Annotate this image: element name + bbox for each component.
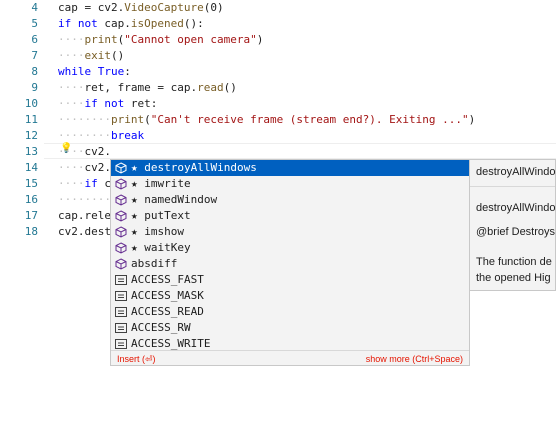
suggest-item[interactable]: ★ putText [111,208,469,224]
current-line-highlight [44,143,556,159]
line-number: 13 [24,145,38,158]
method-icon [115,210,127,222]
constant-icon [115,275,127,285]
code-line[interactable]: ····ret, frame = cap.read() [58,80,237,96]
code-line[interactable]: if not cap.isOpened(): [58,16,204,32]
code-line[interactable]: cv2.dest [58,224,111,240]
code-line[interactable]: while True: [58,64,131,80]
details-description: the opened Hig [476,272,551,284]
constant-icon [115,339,127,349]
suggest-item[interactable]: ACCESS_READ [111,304,469,320]
code-line[interactable]: ········break [58,128,144,144]
show-more-link[interactable]: show more (Ctrl+Space) [366,351,463,367]
line-number: 17 [24,209,38,222]
suggest-item-label: ★ destroyAllWindows [131,161,257,174]
constant-icon [115,291,127,301]
suggest-item[interactable]: ★ waitKey [111,240,469,256]
suggest-item[interactable]: ★ imshow [111,224,469,240]
method-icon [115,194,127,206]
code-line[interactable]: ········print("Can't receive frame (stre… [58,112,475,128]
suggest-item-label: ★ putText [131,209,191,222]
suggest-item-label: ★ imshow [131,225,184,238]
line-number: 10 [24,97,38,110]
code-line[interactable]: cap = cv2.VideoCapture(0) [58,0,224,16]
suggest-item-label: ★ namedWindow [131,193,218,206]
line-number: 9 [31,81,38,94]
suggest-item-label: ACCESS_READ [131,305,204,318]
suggest-item[interactable]: ACCESS_RW [111,320,469,336]
suggest-item[interactable]: ACCESS_FAST [111,272,469,288]
code-line[interactable]: ····if not ret: [58,96,157,112]
suggest-item[interactable]: ★ namedWindow [111,192,469,208]
details-description: The function de [476,256,552,268]
method-icon [115,178,127,190]
suggest-item[interactable]: absdiff [111,256,469,272]
code-line[interactable]: ····if c [58,176,111,192]
constant-icon [115,307,127,317]
line-number-gutter: 4 5 6 7 8 9 10 11 12 13 14 15 16 17 18 [0,0,44,429]
suggest-item-label: ★ waitKey [131,241,191,254]
line-number: 7 [31,49,38,62]
line-number: 15 [24,177,38,190]
line-number: 12 [24,129,38,142]
suggest-details-panel: destroyAllWindows destroyAllWindows @bri… [470,159,556,291]
details-separator [470,186,555,187]
suggest-item-label: absdiff [131,257,178,270]
code-line[interactable]: ····exit() [58,48,124,64]
suggest-item[interactable]: ★ imwrite [111,176,469,192]
line-number: 4 [31,1,38,14]
suggest-item-label: ACCESS_RW [131,321,191,334]
code-line[interactable]: ····cv2. [58,160,111,176]
method-icon [115,242,127,254]
line-number: 6 [31,33,38,46]
insert-hint[interactable]: Insert (⏎) [117,351,156,367]
code-line[interactable]: ········ [58,192,111,208]
constant-icon [115,323,127,333]
suggest-footer: Insert (⏎) show more (Ctrl+Space) [111,350,469,367]
method-icon [115,226,127,238]
line-number: 5 [31,17,38,30]
line-number: 11 [24,113,38,126]
suggest-item-label: ACCESS_MASK [131,289,204,302]
code-line[interactable]: cap.rele [58,208,111,224]
line-number: 14 [24,161,38,174]
details-signature: destroyAllWindows [476,202,556,214]
suggest-item-label: ★ imwrite [131,177,191,190]
method-icon [115,258,127,270]
suggest-item-label: ACCESS_FAST [131,273,204,286]
suggest-item[interactable]: ACCESS_MASK [111,288,469,304]
suggest-item[interactable]: ★ destroyAllWindows [111,160,469,176]
line-number: 18 [24,225,38,238]
details-brief: @brief Destroys [476,226,556,238]
line-number: 8 [31,65,38,78]
details-title: destroyAllWindows [476,166,556,178]
method-icon [115,162,127,174]
suggest-widget[interactable]: ★ destroyAllWindows ★ imwrite ★ namedWin… [110,159,470,366]
code-line[interactable]: ····print("Cannot open camera") [58,32,263,48]
line-number: 16 [24,193,38,206]
code-line[interactable]: ····cv2. [58,144,111,160]
